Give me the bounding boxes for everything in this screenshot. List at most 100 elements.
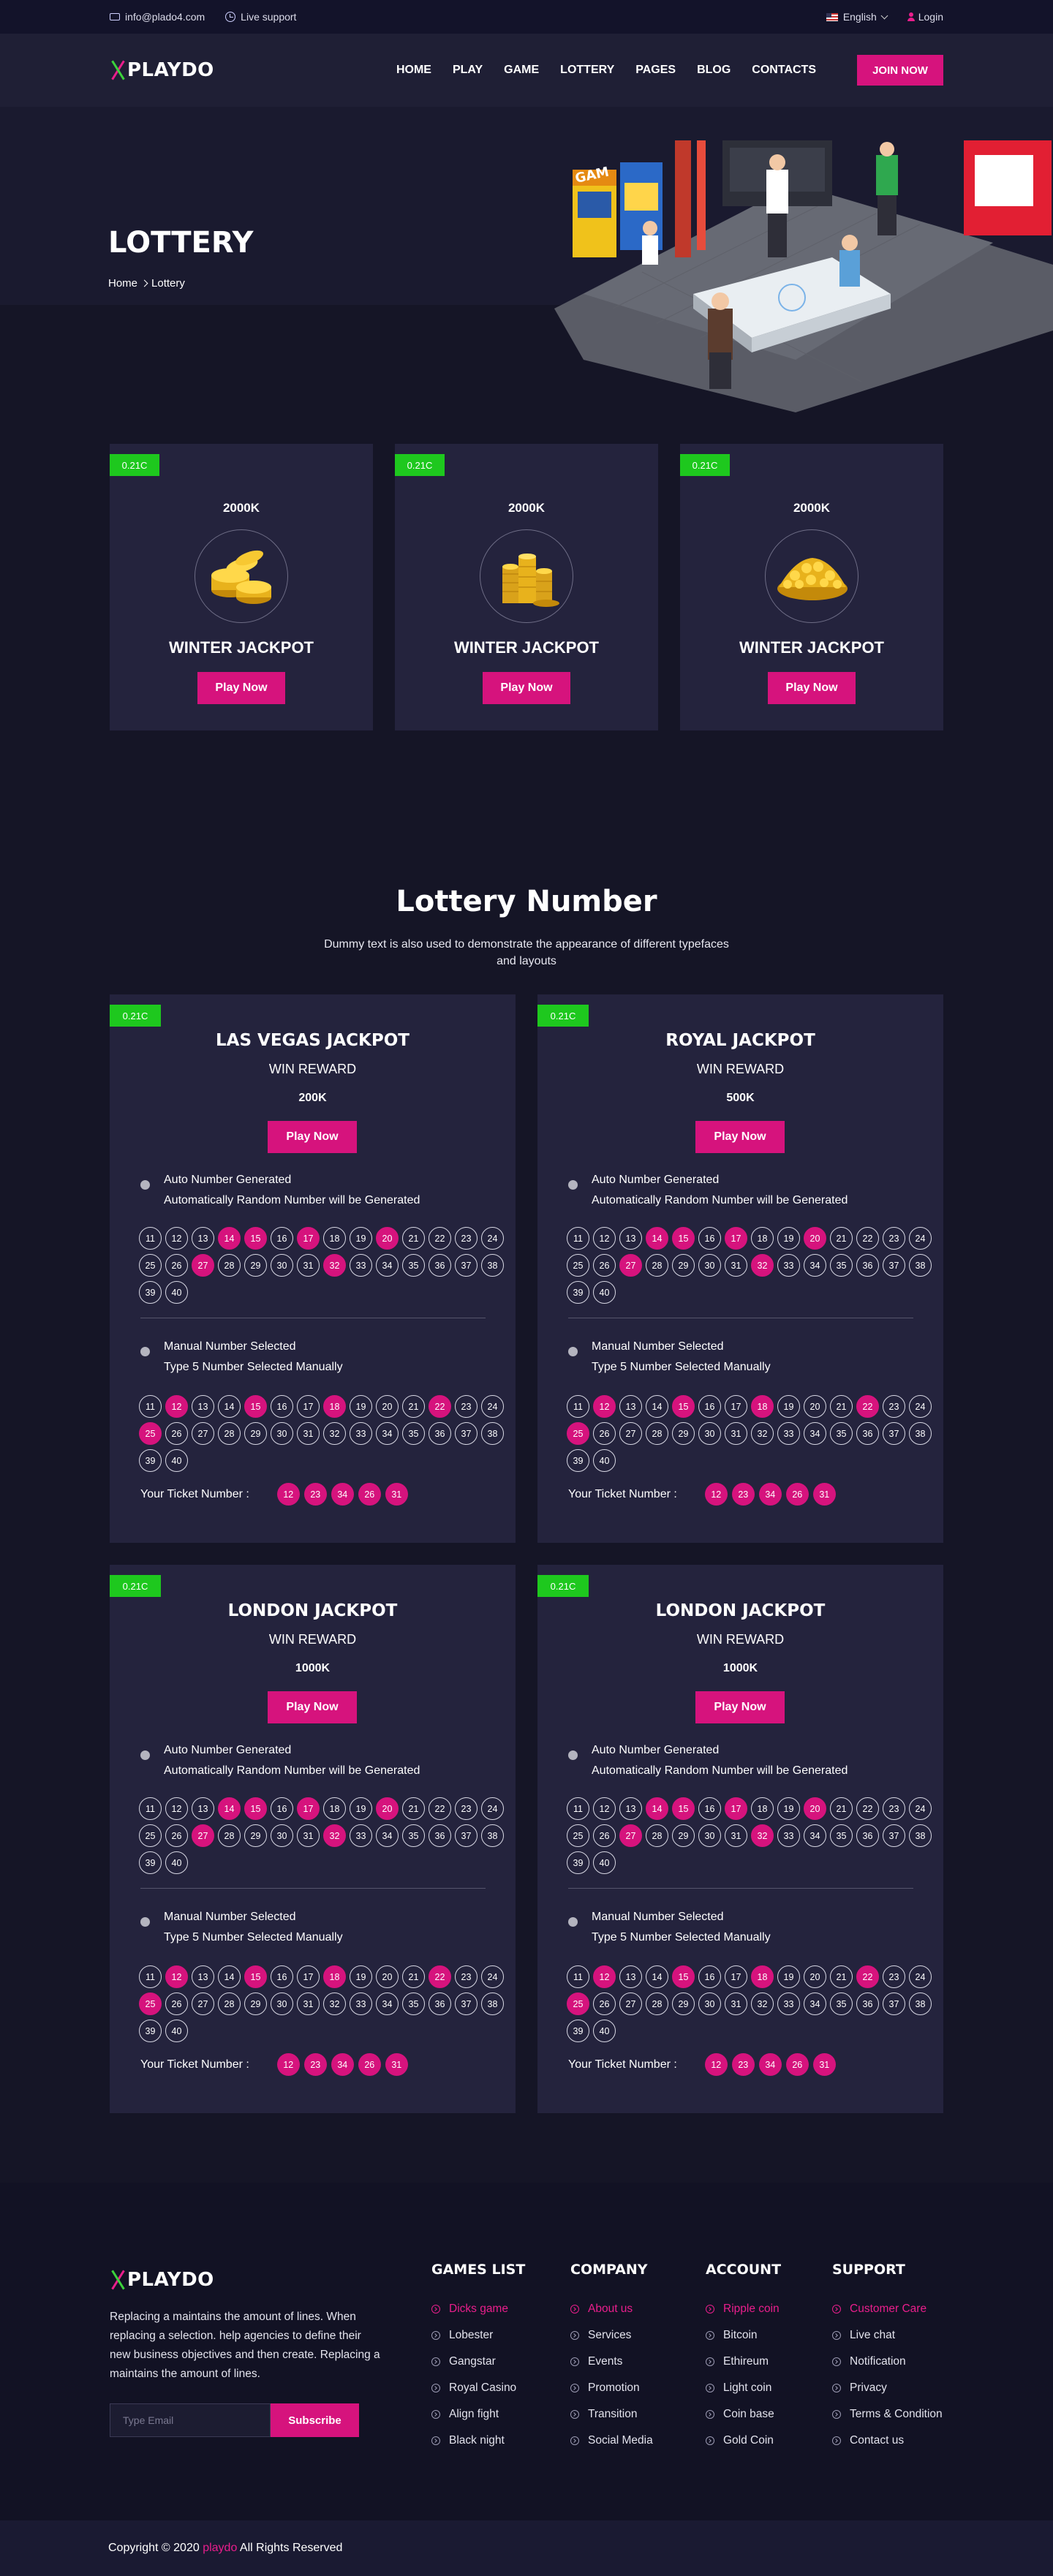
manual-number-ball[interactable]: 13 bbox=[619, 1965, 642, 1988]
manual-number-ball[interactable]: 11 bbox=[139, 1395, 162, 1418]
auto-number-ball[interactable]: 30 bbox=[271, 1824, 293, 1847]
manual-number-ball[interactable]: 12 bbox=[165, 1395, 188, 1418]
auto-number-ball[interactable]: 17 bbox=[725, 1797, 747, 1820]
manual-number-ball[interactable]: 21 bbox=[402, 1395, 425, 1418]
subscribe-button[interactable]: Subscribe bbox=[271, 2403, 359, 2437]
manual-number-ball[interactable]: 22 bbox=[429, 1395, 451, 1418]
manual-number-ball[interactable]: 27 bbox=[192, 1993, 214, 2015]
auto-number-radio[interactable] bbox=[568, 1180, 578, 1190]
auto-number-ball[interactable]: 19 bbox=[777, 1227, 800, 1250]
auto-number-ball[interactable]: 21 bbox=[830, 1797, 853, 1820]
auto-number-ball[interactable]: 37 bbox=[883, 1824, 905, 1847]
manual-number-option[interactable]: Manual Number Selected Type 5 Number Sele… bbox=[568, 1907, 771, 1948]
manual-number-ball[interactable]: 26 bbox=[165, 1422, 188, 1445]
footer-link[interactable]: Gangstar bbox=[431, 2349, 525, 2375]
auto-number-ball[interactable]: 29 bbox=[672, 1824, 695, 1847]
manual-number-ball[interactable]: 32 bbox=[323, 1993, 346, 2015]
manual-number-ball[interactable]: 29 bbox=[672, 1993, 695, 2015]
manual-number-ball[interactable]: 36 bbox=[856, 1422, 879, 1445]
auto-number-ball[interactable]: 15 bbox=[244, 1227, 267, 1250]
auto-number-ball[interactable]: 15 bbox=[672, 1227, 695, 1250]
manual-number-ball[interactable]: 35 bbox=[830, 1422, 853, 1445]
footer-link[interactable]: Black night bbox=[431, 2428, 525, 2454]
manual-number-ball[interactable]: 35 bbox=[402, 1422, 425, 1445]
manual-number-ball[interactable]: 20 bbox=[376, 1965, 399, 1988]
manual-number-ball[interactable]: 12 bbox=[593, 1965, 616, 1988]
auto-number-ball[interactable]: 14 bbox=[218, 1227, 241, 1250]
footer-link[interactable]: Terms & Condition bbox=[832, 2401, 943, 2428]
manual-number-radio[interactable] bbox=[140, 1347, 150, 1356]
auto-number-ball[interactable]: 14 bbox=[218, 1797, 241, 1820]
manual-number-ball[interactable]: 33 bbox=[777, 1422, 800, 1445]
auto-number-ball[interactable]: 20 bbox=[376, 1227, 399, 1250]
manual-number-ball[interactable]: 15 bbox=[672, 1395, 695, 1418]
auto-number-ball[interactable]: 23 bbox=[455, 1797, 478, 1820]
breadcrumb-home[interactable]: Home bbox=[108, 277, 137, 290]
manual-number-ball[interactable]: 24 bbox=[909, 1395, 932, 1418]
auto-number-ball[interactable]: 40 bbox=[593, 1281, 616, 1304]
auto-number-ball[interactable]: 24 bbox=[481, 1797, 504, 1820]
nav-play[interactable]: PLAY bbox=[453, 64, 483, 77]
footer-link[interactable]: Bitcoin bbox=[706, 2322, 781, 2349]
manual-number-ball[interactable]: 21 bbox=[830, 1965, 853, 1988]
manual-number-ball[interactable]: 12 bbox=[165, 1965, 188, 1988]
manual-number-ball[interactable]: 17 bbox=[725, 1395, 747, 1418]
manual-number-ball[interactable]: 39 bbox=[139, 1449, 162, 1472]
manual-number-ball[interactable]: 37 bbox=[883, 1422, 905, 1445]
manual-number-ball[interactable]: 37 bbox=[455, 1422, 478, 1445]
nav-blog[interactable]: BLOG bbox=[697, 64, 731, 77]
manual-number-ball[interactable]: 33 bbox=[777, 1993, 800, 2015]
auto-number-ball[interactable]: 16 bbox=[698, 1797, 721, 1820]
auto-number-ball[interactable]: 25 bbox=[567, 1254, 589, 1277]
auto-number-ball[interactable]: 22 bbox=[856, 1227, 879, 1250]
footer-link[interactable]: Social Media bbox=[570, 2428, 653, 2454]
auto-number-ball[interactable]: 28 bbox=[646, 1824, 668, 1847]
manual-number-ball[interactable]: 22 bbox=[856, 1395, 879, 1418]
manual-number-ball[interactable]: 37 bbox=[883, 1993, 905, 2015]
manual-number-ball[interactable]: 24 bbox=[481, 1395, 504, 1418]
manual-number-ball[interactable]: 30 bbox=[698, 1422, 721, 1445]
auto-number-ball[interactable]: 20 bbox=[804, 1797, 826, 1820]
footer-logo[interactable]: PLAYDO bbox=[110, 2269, 214, 2291]
manual-number-ball[interactable]: 20 bbox=[804, 1965, 826, 1988]
auto-number-radio[interactable] bbox=[568, 1750, 578, 1760]
footer-link[interactable]: Ripple coin bbox=[706, 2296, 781, 2322]
auto-number-ball[interactable]: 27 bbox=[192, 1824, 214, 1847]
manual-number-ball[interactable]: 38 bbox=[909, 1422, 932, 1445]
auto-number-ball[interactable]: 24 bbox=[909, 1797, 932, 1820]
auto-number-ball[interactable]: 32 bbox=[323, 1824, 346, 1847]
manual-number-ball[interactable]: 29 bbox=[244, 1422, 267, 1445]
manual-number-ball[interactable]: 11 bbox=[567, 1965, 589, 1988]
manual-number-ball[interactable]: 32 bbox=[323, 1422, 346, 1445]
nav-pages[interactable]: PAGES bbox=[635, 64, 676, 77]
manual-number-ball[interactable]: 36 bbox=[429, 1422, 451, 1445]
auto-number-ball[interactable]: 24 bbox=[481, 1227, 504, 1250]
auto-number-ball[interactable]: 33 bbox=[777, 1824, 800, 1847]
manual-number-ball[interactable]: 28 bbox=[646, 1422, 668, 1445]
auto-number-ball[interactable]: 34 bbox=[376, 1254, 399, 1277]
footer-link[interactable]: Royal Casino bbox=[431, 2375, 525, 2401]
manual-number-ball[interactable]: 25 bbox=[139, 1422, 162, 1445]
auto-number-ball[interactable]: 31 bbox=[725, 1824, 747, 1847]
manual-number-ball[interactable]: 25 bbox=[567, 1993, 589, 2015]
manual-number-ball[interactable]: 14 bbox=[646, 1965, 668, 1988]
manual-number-ball[interactable]: 26 bbox=[165, 1993, 188, 2015]
auto-number-ball[interactable]: 15 bbox=[672, 1797, 695, 1820]
auto-number-ball[interactable]: 35 bbox=[830, 1824, 853, 1847]
auto-number-ball[interactable]: 15 bbox=[244, 1797, 267, 1820]
nav-contacts[interactable]: CONTACTS bbox=[752, 64, 816, 77]
auto-number-ball[interactable]: 22 bbox=[429, 1227, 451, 1250]
manual-number-ball[interactable]: 15 bbox=[672, 1965, 695, 1988]
auto-number-ball[interactable]: 34 bbox=[804, 1824, 826, 1847]
manual-number-ball[interactable]: 20 bbox=[376, 1395, 399, 1418]
play-now-button[interactable]: Play Now bbox=[483, 672, 570, 704]
manual-number-ball[interactable]: 17 bbox=[725, 1965, 747, 1988]
auto-number-ball[interactable]: 36 bbox=[856, 1824, 879, 1847]
manual-number-ball[interactable]: 18 bbox=[751, 1965, 774, 1988]
manual-number-ball[interactable]: 30 bbox=[271, 1422, 293, 1445]
auto-number-ball[interactable]: 13 bbox=[619, 1227, 642, 1250]
manual-number-ball[interactable]: 19 bbox=[777, 1395, 800, 1418]
footer-link[interactable]: Light coin bbox=[706, 2375, 781, 2401]
auto-number-ball[interactable]: 31 bbox=[297, 1824, 320, 1847]
auto-number-ball[interactable]: 20 bbox=[376, 1797, 399, 1820]
